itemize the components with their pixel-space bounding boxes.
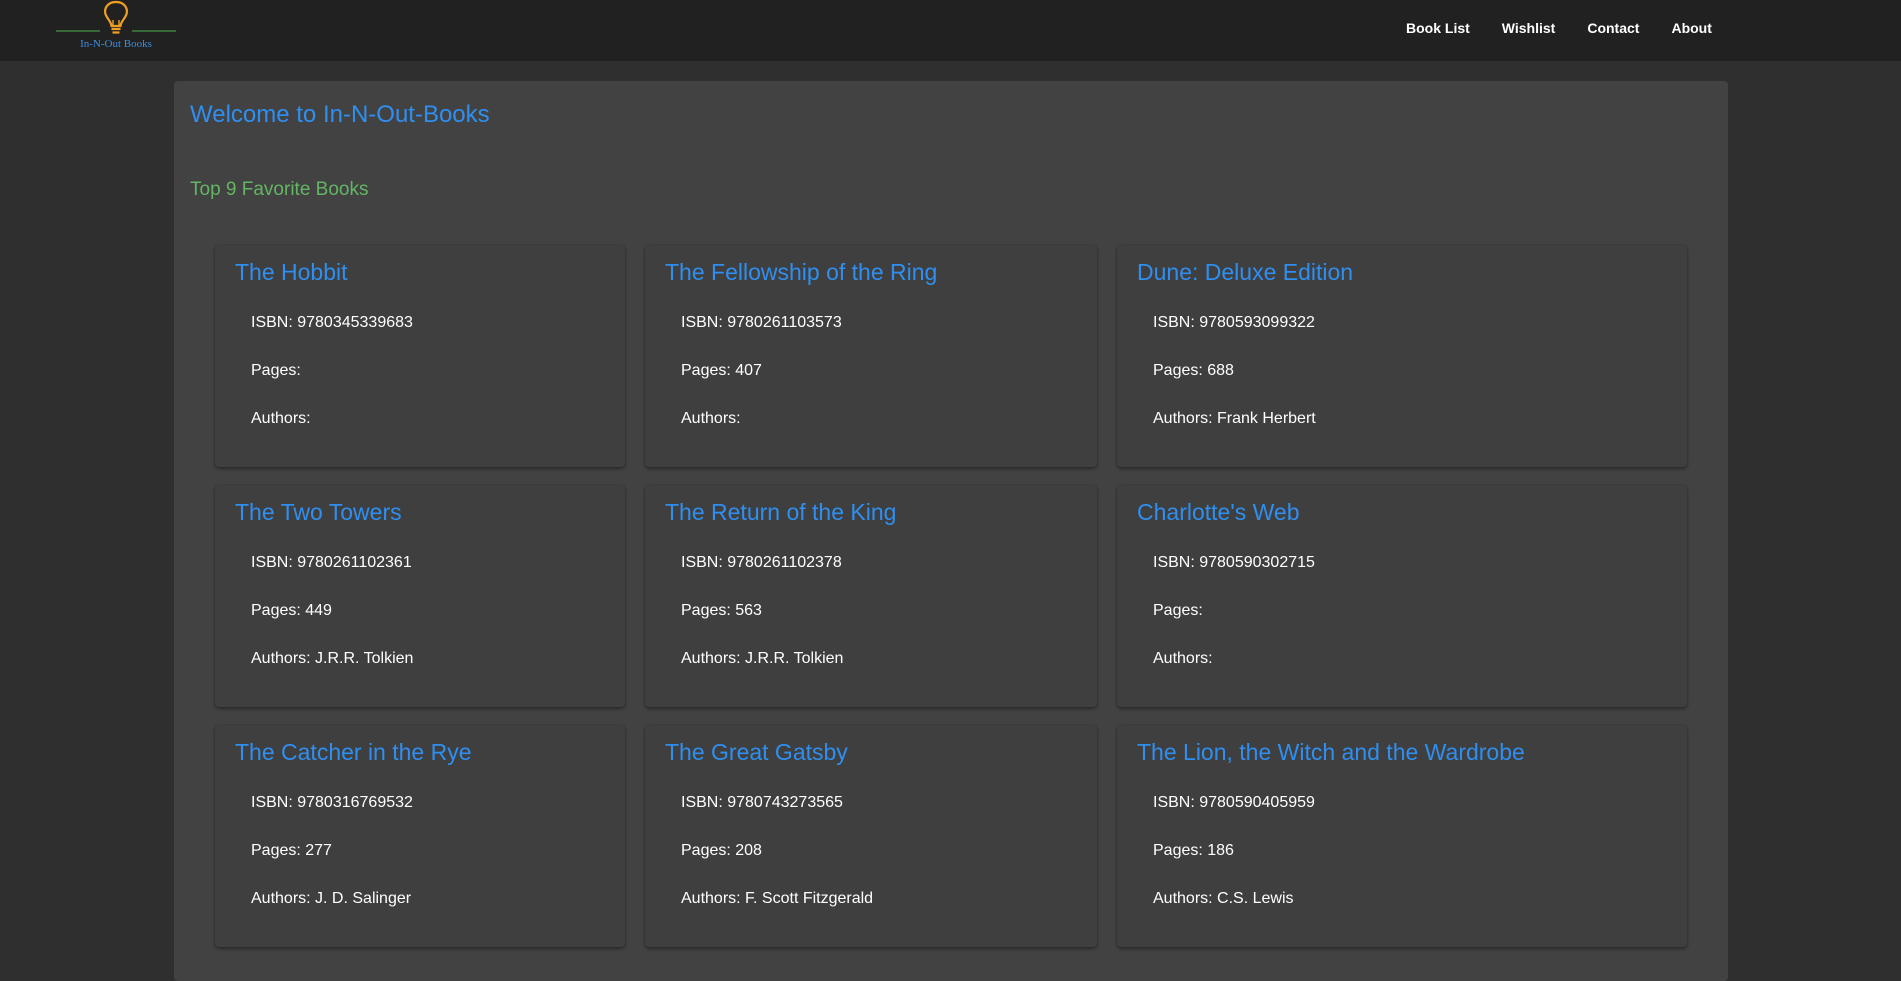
main-nav: Book List Wishlist Contact About bbox=[1390, 19, 1728, 37]
book-pages: Pages: 186 bbox=[1153, 842, 1234, 859]
book-pages: Pages: 277 bbox=[251, 842, 332, 859]
book-isbn: ISBN: 9780261103573 bbox=[681, 314, 842, 331]
book-pages: Pages: bbox=[1153, 602, 1203, 619]
logo-text: In-N-Out Books bbox=[80, 38, 152, 50]
page-title: Welcome to In-N-Out-Books bbox=[190, 101, 490, 128]
book-title[interactable]: The Return of the King bbox=[665, 499, 896, 526]
book-authors: Authors: bbox=[251, 410, 311, 427]
nav-wishlist[interactable]: Wishlist bbox=[1486, 19, 1572, 37]
book-title[interactable]: The Lion, the Witch and the Wardrobe bbox=[1137, 739, 1525, 766]
book-card[interactable]: Dune: Deluxe Edition ISBN: 9780593099322… bbox=[1117, 245, 1687, 467]
book-authors: Authors: bbox=[681, 410, 741, 427]
book-pages: Pages: 208 bbox=[681, 842, 762, 859]
section-subtitle: Top 9 Favorite Books bbox=[190, 179, 369, 200]
book-title[interactable]: The Hobbit bbox=[235, 259, 348, 286]
book-title[interactable]: Charlotte's Web bbox=[1137, 499, 1299, 526]
book-pages: Pages: 449 bbox=[251, 602, 332, 619]
book-pages: Pages: 688 bbox=[1153, 362, 1234, 379]
book-isbn: ISBN: 9780345339683 bbox=[251, 314, 413, 331]
nav-book-list[interactable]: Book List bbox=[1390, 19, 1486, 37]
book-title[interactable]: The Catcher in the Rye bbox=[235, 739, 472, 766]
book-card[interactable]: The Catcher in the Rye ISBN: 97803167695… bbox=[215, 725, 625, 947]
book-isbn: ISBN: 9780316769532 bbox=[251, 794, 413, 811]
book-authors: Authors: bbox=[1153, 650, 1213, 667]
book-isbn: ISBN: 9780743273565 bbox=[681, 794, 843, 811]
book-title[interactable]: Dune: Deluxe Edition bbox=[1137, 259, 1353, 286]
book-authors: Authors: J. D. Salinger bbox=[251, 890, 412, 907]
book-isbn: ISBN: 9780590405959 bbox=[1153, 794, 1315, 811]
book-isbn: ISBN: 9780593099322 bbox=[1153, 314, 1315, 331]
book-title[interactable]: The Fellowship of the Ring bbox=[665, 259, 937, 286]
lightbulb-icon bbox=[56, 0, 176, 34]
top-navbar: In-N-Out Books Book List Wishlist Contac… bbox=[0, 0, 1901, 61]
book-isbn: ISBN: 9780590302715 bbox=[1153, 554, 1315, 571]
book-isbn: ISBN: 9780261102361 bbox=[251, 554, 412, 571]
book-card[interactable]: The Hobbit ISBN: 9780345339683 Pages: Au… bbox=[215, 245, 625, 467]
book-card[interactable]: Charlotte's Web ISBN: 9780590302715 Page… bbox=[1117, 485, 1687, 707]
book-card[interactable]: The Two Towers ISBN: 9780261102361 Pages… bbox=[215, 485, 625, 707]
book-title[interactable]: The Great Gatsby bbox=[665, 739, 848, 766]
book-card[interactable]: The Lion, the Witch and the Wardrobe ISB… bbox=[1117, 725, 1687, 947]
site-logo[interactable]: In-N-Out Books bbox=[54, 0, 178, 56]
book-card[interactable]: The Fellowship of the Ring ISBN: 9780261… bbox=[645, 245, 1097, 467]
book-authors: Authors: Frank Herbert bbox=[1153, 410, 1316, 427]
book-isbn: ISBN: 9780261102378 bbox=[681, 554, 842, 571]
book-card[interactable]: The Return of the King ISBN: 97802611023… bbox=[645, 485, 1097, 707]
book-pages: Pages: bbox=[251, 362, 301, 379]
book-authors: Authors: F. Scott Fitzgerald bbox=[681, 890, 874, 907]
book-pages: Pages: 407 bbox=[681, 362, 762, 379]
book-title[interactable]: The Two Towers bbox=[235, 499, 402, 526]
book-authors: Authors: C.S. Lewis bbox=[1153, 890, 1294, 907]
nav-about[interactable]: About bbox=[1655, 19, 1727, 37]
main-panel: Welcome to In-N-Out-Books Top 9 Favorite… bbox=[174, 81, 1728, 981]
book-card[interactable]: The Great Gatsby ISBN: 9780743273565 Pag… bbox=[645, 725, 1097, 947]
book-authors: Authors: J.R.R. Tolkien bbox=[251, 650, 414, 667]
book-authors: Authors: J.R.R. Tolkien bbox=[681, 650, 844, 667]
nav-contact[interactable]: Contact bbox=[1571, 19, 1655, 37]
book-pages: Pages: 563 bbox=[681, 602, 762, 619]
